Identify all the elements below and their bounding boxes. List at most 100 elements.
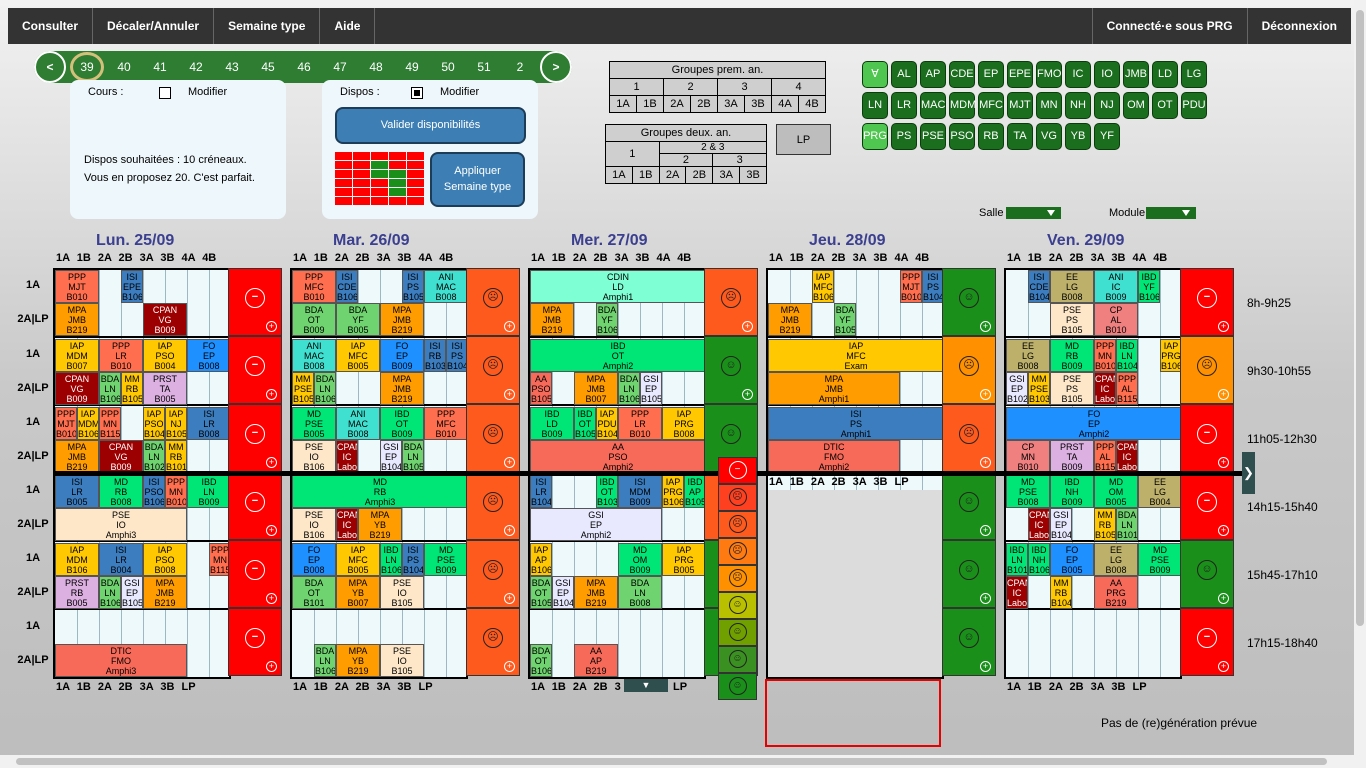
tutor-ep[interactable]: EP xyxy=(978,61,1004,88)
mini-slot[interactable] xyxy=(389,188,406,196)
course-block[interactable]: CDIN LD Amphi1 xyxy=(530,270,706,303)
tutor-ta[interactable]: TA xyxy=(1007,123,1033,150)
course-block[interactable]: PPP MJT B010 xyxy=(900,270,922,303)
tutor-ps[interactable]: PS xyxy=(891,123,917,150)
course-block[interactable]: CPAN VG B009 xyxy=(55,372,99,405)
course-block[interactable]: MPA YB B219 xyxy=(336,644,380,677)
group2-sub-2A[interactable]: 2A xyxy=(658,166,687,184)
course-block[interactable]: ANI MAC B008 xyxy=(424,270,468,303)
group2-sub-2B[interactable]: 2B xyxy=(685,166,714,184)
course-block[interactable]: AA PSO Amphi2 xyxy=(530,440,706,473)
plus-icon[interactable]: + xyxy=(1218,525,1229,536)
course-block[interactable]: FO EP B005 xyxy=(1050,543,1094,576)
mini-slot[interactable] xyxy=(407,197,424,205)
plus-icon[interactable]: + xyxy=(504,661,515,672)
tutor-fmo[interactable]: FMO xyxy=(1036,61,1062,88)
mini-slot[interactable] xyxy=(353,197,370,205)
group1-4[interactable]: 4 xyxy=(771,78,826,96)
plus-icon[interactable]: + xyxy=(504,389,515,400)
plus-icon[interactable]: + xyxy=(266,457,277,468)
course-block[interactable]: IBD LN B009 xyxy=(187,475,231,508)
course-block[interactable]: PRST TA B005 xyxy=(143,372,187,405)
course-block[interactable]: IAP MFC B106 xyxy=(812,270,834,303)
mini-slot[interactable] xyxy=(335,188,352,196)
mini-slot[interactable] xyxy=(371,161,388,169)
course-block[interactable]: MD RB Amphi3 xyxy=(292,475,468,508)
course-block[interactable]: IBD OT Amphi2 xyxy=(530,339,706,372)
tutor-vg[interactable]: VG xyxy=(1036,123,1062,150)
course-block[interactable]: FO EP B008 xyxy=(187,339,231,372)
week-41[interactable]: 41 xyxy=(142,51,178,83)
menu-decaler[interactable]: Décaler/Annuler xyxy=(93,8,215,44)
course-block[interactable]: DTIC FMO Amphi3 xyxy=(55,644,187,677)
course-block[interactable]: PSE IO B106 xyxy=(292,440,336,473)
group1-sub-4B[interactable]: 4B xyxy=(798,95,826,113)
availability-slot[interactable]: ☺+ xyxy=(942,608,996,676)
menu-aide[interactable]: Aide xyxy=(320,8,376,44)
tutor-lg[interactable]: LG xyxy=(1181,61,1207,88)
availability-slot[interactable]: ☺+ xyxy=(704,336,758,404)
course-block[interactable]: MPA JMB Amphi1 xyxy=(768,372,900,405)
mini-slot[interactable] xyxy=(335,170,352,178)
mini-slot[interactable] xyxy=(407,152,424,160)
availability-slot[interactable]: − + xyxy=(228,540,282,608)
availability-slot[interactable]: ☹+ xyxy=(942,404,996,472)
expand-right-button[interactable]: ❯ xyxy=(1242,452,1255,494)
course-block[interactable]: MPA JMB B219 xyxy=(143,576,187,609)
tutor-lr[interactable]: LR xyxy=(891,92,917,119)
plus-icon[interactable]: + xyxy=(504,593,515,604)
availability-slot[interactable]: ☹+ xyxy=(704,268,758,336)
course-block[interactable]: ISI LR B008 xyxy=(187,407,231,440)
palette-mood-option[interactable]: ☺ xyxy=(718,646,757,673)
mini-slot[interactable] xyxy=(353,188,370,196)
availability-slot[interactable]: ☹+ xyxy=(466,472,520,540)
course-block[interactable]: MPA YB B007 xyxy=(336,576,380,609)
availability-slot[interactable]: ☹+ xyxy=(466,404,520,472)
dispo-mini-grid[interactable] xyxy=(335,152,424,206)
tutor-nj[interactable]: NJ xyxy=(1094,92,1120,119)
course-block[interactable]: IBD OT B105 xyxy=(574,407,596,440)
week-47[interactable]: 47 xyxy=(322,51,358,83)
tutor-mjt[interactable]: MJT xyxy=(1007,92,1033,119)
availability-slot[interactable]: ☹+ xyxy=(466,540,520,608)
plus-icon[interactable]: + xyxy=(504,457,515,468)
group1-sub-3A[interactable]: 3A xyxy=(717,95,745,113)
course-block[interactable]: IBD NH B106 xyxy=(1028,543,1050,576)
course-block[interactable]: MPA JMB B219 xyxy=(55,440,99,473)
user-label[interactable]: Connecté·e sous PRG xyxy=(1091,8,1247,44)
palette-mood-option[interactable]: ☹ xyxy=(718,511,757,538)
course-block[interactable]: ISI CDE B106 xyxy=(336,270,358,303)
course-block[interactable]: DTIC FMO Amphi2 xyxy=(768,440,900,473)
group1-1[interactable]: 1 xyxy=(609,78,664,96)
course-block[interactable]: BDA OT B101 xyxy=(292,576,336,609)
mini-slot[interactable] xyxy=(335,179,352,187)
course-block[interactable]: MM PSE B105 xyxy=(292,372,314,405)
group2-sub-1A[interactable]: 1A xyxy=(605,166,633,184)
mini-slot[interactable] xyxy=(389,179,406,187)
palette-mood-option[interactable]: ☺ xyxy=(718,673,757,700)
course-block[interactable]: IAP PDU B104 xyxy=(596,407,618,440)
course-block[interactable]: BDA LN B106 xyxy=(99,372,121,405)
availability-slot[interactable]: ☹+ xyxy=(466,608,520,676)
course-block[interactable]: BDA OT B009 xyxy=(292,303,336,336)
plus-icon[interactable]: + xyxy=(980,593,991,604)
availability-slot[interactable]: − + xyxy=(1180,268,1234,336)
course-block[interactable]: ISI PS B104 xyxy=(402,543,424,576)
tutor-epe[interactable]: EPE xyxy=(1007,61,1033,88)
palette-mood-option[interactable]: ☺ xyxy=(718,592,757,619)
mini-slot[interactable] xyxy=(353,152,370,160)
course-block[interactable]: PPP MN B010 xyxy=(1094,339,1116,372)
course-block[interactable]: IAP PSO B008 xyxy=(143,543,187,576)
mini-slot[interactable] xyxy=(407,161,424,169)
course-block[interactable]: GSI EP B105 xyxy=(640,372,662,405)
plus-icon[interactable]: + xyxy=(1218,389,1229,400)
course-block[interactable]: ISI RB B103 xyxy=(424,339,446,372)
course-block[interactable]: CPANICLabo xyxy=(1094,372,1116,405)
course-block[interactable]: MD PSE B005 xyxy=(292,407,336,440)
week-51[interactable]: 51 xyxy=(466,51,502,83)
course-block[interactable]: BDA LN B106 xyxy=(618,372,640,405)
group1-sub-2B[interactable]: 2B xyxy=(690,95,718,113)
availability-slot[interactable]: ☹+ xyxy=(1180,336,1234,404)
course-block[interactable]: IBD LD B009 xyxy=(530,407,574,440)
tutor-cde[interactable]: CDE xyxy=(949,61,975,88)
